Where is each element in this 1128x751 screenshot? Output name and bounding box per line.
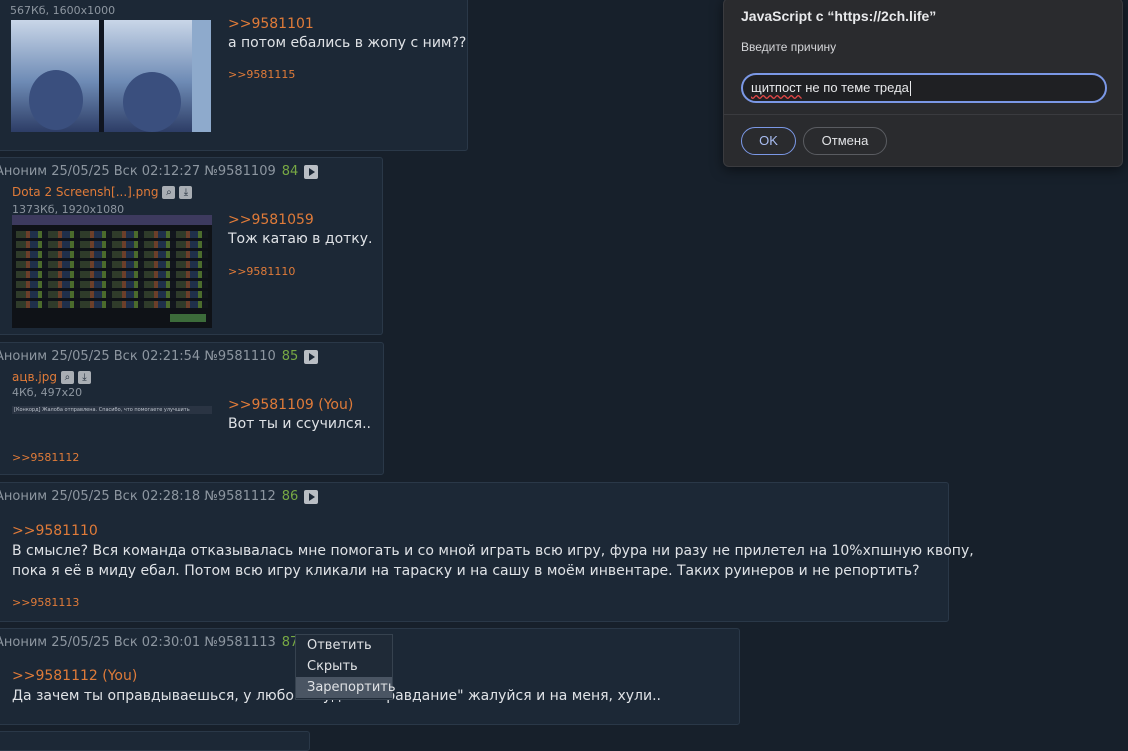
- post-header: Аноним 25/05/25 Вск 02:12:27 №9581109 84: [0, 164, 319, 179]
- post-count: 86: [281, 489, 299, 504]
- post-header: Аноним 25/05/25 Вск 02:30:01 №9581113 87: [0, 635, 319, 650]
- file-meta: 4Кб, 497x20: [12, 386, 83, 399]
- javascript-prompt-dialog: JavaScript с “https://2ch.life” Введите …: [723, 0, 1123, 167]
- ok-button[interactable]: OK: [741, 127, 796, 155]
- menu-item-hide[interactable]: Скрыть: [296, 656, 392, 677]
- menu-item-report[interactable]: Зарепортить: [296, 677, 396, 698]
- post-9581109: Аноним 25/05/25 Вск 02:12:27 №9581109 84…: [0, 157, 383, 335]
- post-text: Тож катаю в дотку.: [228, 231, 373, 247]
- post-count: 85: [281, 349, 299, 364]
- post-image-thumbnail[interactable]: [11, 20, 211, 132]
- post-count: 84: [281, 164, 299, 179]
- post-text: а потом ебались в жопу с ним??: [228, 35, 467, 51]
- dialog-divider: [724, 114, 1122, 115]
- quote-link[interactable]: >>9581101: [228, 16, 314, 32]
- reply-link[interactable]: >>9581112: [12, 451, 79, 464]
- play-icon[interactable]: [304, 349, 319, 364]
- download-icon[interactable]: ⤓: [179, 185, 193, 199]
- file-name-link: Dota 2 Screensh[...].png ⌕ ⤓: [12, 185, 193, 199]
- post-text: Вот ты и ссучился..: [228, 416, 372, 432]
- file-name[interactable]: ацв.jpg: [12, 370, 57, 384]
- dialog-prompt: Введите причину: [741, 40, 837, 54]
- post-header: Аноним 25/05/25 Вск 02:28:18 №9581112 86: [0, 489, 319, 504]
- reply-link[interactable]: >>9581113: [12, 596, 79, 609]
- thumbnail-text: [Конкорд] Жалоба отправлена. Спасибо, чт…: [14, 407, 190, 413]
- dialog-title: JavaScript с “https://2ch.life”: [741, 8, 937, 24]
- post-context-menu: Ответить Скрыть Зарепортить: [295, 634, 396, 700]
- post-partial-bottom: [0, 731, 310, 751]
- cancel-button[interactable]: Отмена: [803, 127, 887, 155]
- reply-link[interactable]: >>9581110: [228, 265, 295, 278]
- file-name[interactable]: Dota 2 Screensh[...].png: [12, 185, 158, 199]
- quote-link[interactable]: >>9581110: [12, 523, 98, 539]
- post-text-line-2: пока я её в миду ебал. Потом всю игру кл…: [12, 563, 920, 579]
- quote-link[interactable]: >>9581109 (You): [228, 397, 353, 413]
- post-image-thumbnail[interactable]: [Конкорд] Жалоба отправлена. Спасибо, чт…: [12, 406, 212, 414]
- file-meta: 567Кб, 1600x1000: [10, 4, 116, 17]
- search-icon[interactable]: ⌕: [162, 185, 176, 199]
- post-text-line-1: В смысле? Вся команда отказывалась мне п…: [12, 543, 974, 559]
- download-icon[interactable]: ⤓: [77, 370, 91, 384]
- menu-item-reply[interactable]: Ответить: [296, 635, 392, 656]
- reply-link[interactable]: >>9581115: [228, 68, 295, 81]
- post-header-text: Аноним 25/05/25 Вск 02:28:18 №9581112: [0, 489, 276, 504]
- play-icon[interactable]: [304, 164, 319, 179]
- file-name-link: ацв.jpg ⌕ ⤓: [12, 370, 91, 384]
- post-header-text: Аноним 25/05/25 Вск 02:12:27 №9581109: [0, 164, 276, 179]
- post-9581112: Аноним 25/05/25 Вск 02:28:18 №9581112 86…: [0, 482, 974, 622]
- post-header-text: Аноним 25/05/25 Вск 02:30:01 №9581113: [0, 635, 276, 650]
- search-icon[interactable]: ⌕: [60, 370, 74, 384]
- input-text: не по теме треда: [801, 80, 909, 95]
- text-caret: [909, 81, 911, 97]
- post-image-thumbnail[interactable]: [12, 215, 212, 328]
- quote-link[interactable]: >>9581112 (You): [12, 668, 137, 684]
- post-9581101-reply: 567Кб, 1600x1000 >>9581101 а потом ебали…: [0, 0, 468, 151]
- reason-input[interactable]: щитпост не по теме треда: [741, 73, 1107, 103]
- post-header-text: Аноним 25/05/25 Вск 02:21:54 №9581110: [0, 349, 276, 364]
- post-header: Аноним 25/05/25 Вск 02:21:54 №9581110 85: [0, 349, 319, 364]
- input-misspelled-word: щитпост: [751, 80, 802, 95]
- post-9581110: Аноним 25/05/25 Вск 02:21:54 №9581110 85…: [0, 342, 384, 475]
- quote-link[interactable]: >>9581059: [228, 212, 314, 228]
- play-icon[interactable]: [304, 489, 319, 504]
